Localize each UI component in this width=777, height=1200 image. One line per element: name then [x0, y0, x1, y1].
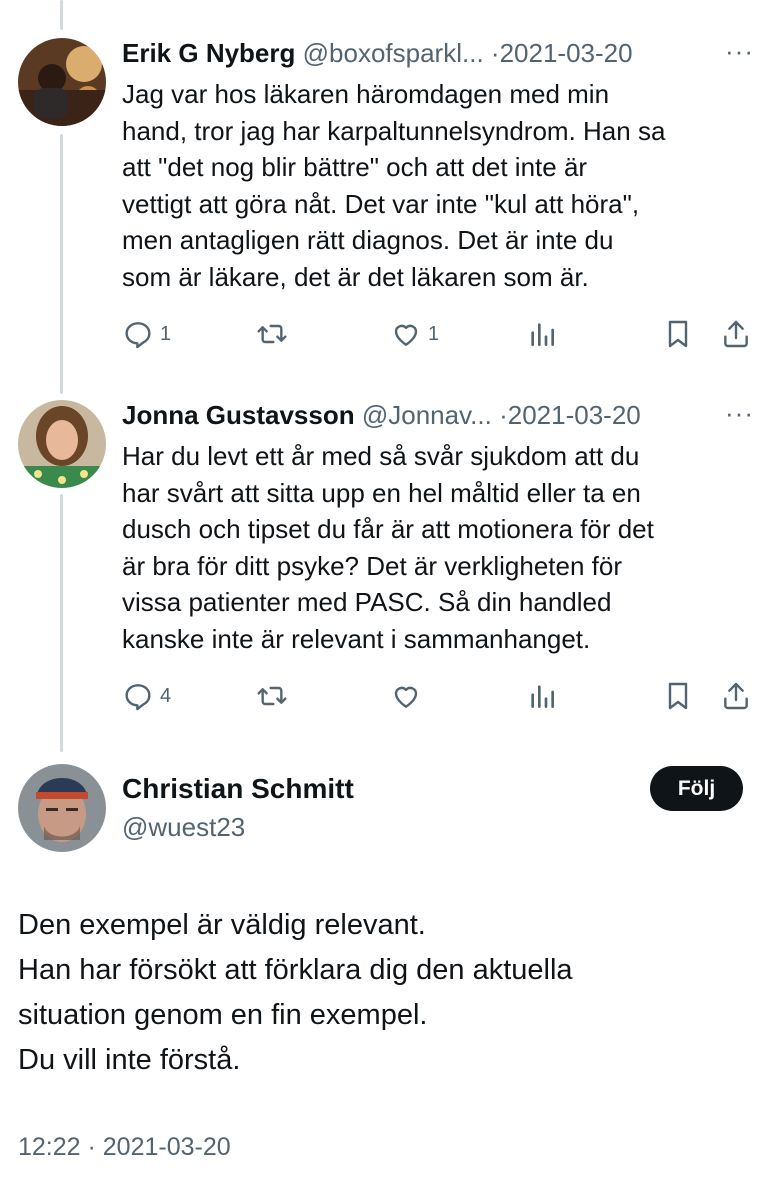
- thread-line-top: [60, 0, 63, 30]
- like-count: 1: [428, 322, 440, 345]
- like-button[interactable]: [390, 676, 428, 716]
- text-line: Du vill inte förstå.: [18, 1044, 241, 1076]
- reply-jonna[interactable]: Jonna Gustavsson @Jonnav... ·2021-03-20 …: [122, 398, 762, 718]
- reply-count: 1: [160, 322, 172, 345]
- views-icon: [531, 323, 554, 346]
- avatar-jonna[interactable]: [18, 400, 106, 488]
- views-icon: [531, 685, 554, 708]
- avatar-christian[interactable]: [18, 764, 106, 852]
- thread-line-1: [60, 134, 63, 394]
- reply-icon: [125, 322, 151, 349]
- bookmark-icon: [668, 320, 688, 348]
- author-name[interactable]: Christian Schmitt: [122, 773, 354, 805]
- text-line: att "det nog blir bättre" och att det in…: [122, 152, 588, 182]
- reply-icon: [125, 684, 151, 711]
- more-icon[interactable]: ···: [725, 398, 754, 428]
- reply-button[interactable]: 4: [122, 676, 171, 716]
- share-icon: [724, 682, 748, 710]
- bookmark-button[interactable]: [662, 314, 694, 354]
- text-line: som är läkare, det är det läkaren som är…: [122, 261, 589, 292]
- tweet-header: Jonna Gustavsson @Jonnav... ·2021-03-20: [122, 398, 762, 432]
- text-line: Den exempel är väldig relevant.: [18, 909, 426, 941]
- text-line: vettigt att göra nåt. Det var inte "kul …: [122, 188, 640, 219]
- author-handle[interactable]: @wuest23: [122, 812, 245, 843]
- like-icon: [394, 686, 418, 708]
- like-icon: [394, 324, 418, 346]
- text-line: kanske inte är relevant i sammanhanget.: [122, 623, 591, 654]
- more-icon[interactable]: ···: [725, 36, 754, 66]
- retweet-icon: [257, 324, 287, 344]
- main-tweet-text: Den exempel är väldig relevant. Han har …: [18, 903, 573, 1083]
- share-icon: [724, 320, 748, 348]
- reply-erik[interactable]: Erik G Nyberg @boxofsparkl... ·2021-03-2…: [122, 36, 762, 356]
- author-handle[interactable]: @Jonnav...: [362, 400, 492, 430]
- views-button[interactable]: [526, 314, 558, 354]
- action-bar: 4: [122, 676, 762, 716]
- tweet-date[interactable]: 2021-03-20: [500, 38, 633, 68]
- bookmark-icon: [668, 682, 688, 710]
- separator: ·: [490, 38, 500, 68]
- like-button[interactable]: 1: [390, 314, 439, 354]
- action-bar: 1 1: [122, 314, 762, 354]
- thread-line-2: [60, 494, 63, 752]
- text-line: dusch och tipset du får är att motionera…: [122, 514, 654, 544]
- reply-count: 4: [160, 684, 172, 707]
- reply-button[interactable]: 1: [122, 314, 171, 354]
- tweet-text: Har du levt ett år med så svår sjukdom a…: [122, 438, 654, 657]
- avatar-erik[interactable]: [18, 38, 106, 126]
- retweet-icon: [257, 686, 287, 706]
- author-name[interactable]: Jonna Gustavsson: [122, 400, 355, 430]
- tweet-date[interactable]: 2021-03-20: [508, 400, 641, 430]
- retweet-button[interactable]: [256, 676, 288, 716]
- text-line: är bra för ditt psyke? Det är verklighet…: [122, 550, 623, 581]
- retweet-button[interactable]: [256, 314, 288, 354]
- text-line: men antagligen rätt diagnos. Det är inte…: [122, 225, 614, 255]
- separator: ·: [499, 400, 508, 430]
- share-button[interactable]: [720, 314, 752, 354]
- tweet-header: Erik G Nyberg @boxofsparkl... ·2021-03-2…: [122, 36, 762, 70]
- text-line: Han har försökt att förklara dig den akt…: [18, 954, 573, 986]
- text-line: hand, tror jag har karpaltunnelsyndrom. …: [122, 115, 666, 146]
- text-line: Jag var hos läkaren häromdagen med min: [122, 79, 610, 109]
- bookmark-button[interactable]: [662, 676, 694, 716]
- text-line: Har du levt ett år med så svår sjukdom a…: [122, 441, 640, 471]
- text-line: situation genom en fin exempel.: [18, 999, 428, 1031]
- views-button[interactable]: [526, 676, 558, 716]
- share-button[interactable]: [720, 676, 752, 716]
- follow-button[interactable]: Följ: [650, 766, 743, 811]
- author-handle[interactable]: @boxofsparkl...: [303, 38, 484, 68]
- author-name[interactable]: Erik G Nyberg: [122, 38, 295, 68]
- tweet-timestamp[interactable]: 12:22 · 2021-03-20: [18, 1133, 231, 1162]
- tweet-text: Jag var hos läkaren häromdagen med min h…: [122, 76, 665, 295]
- text-line: vissa patienter med PASC. Så din handled: [122, 587, 612, 617]
- text-line: har svårt att sitta upp en hel måltid el…: [122, 477, 641, 508]
